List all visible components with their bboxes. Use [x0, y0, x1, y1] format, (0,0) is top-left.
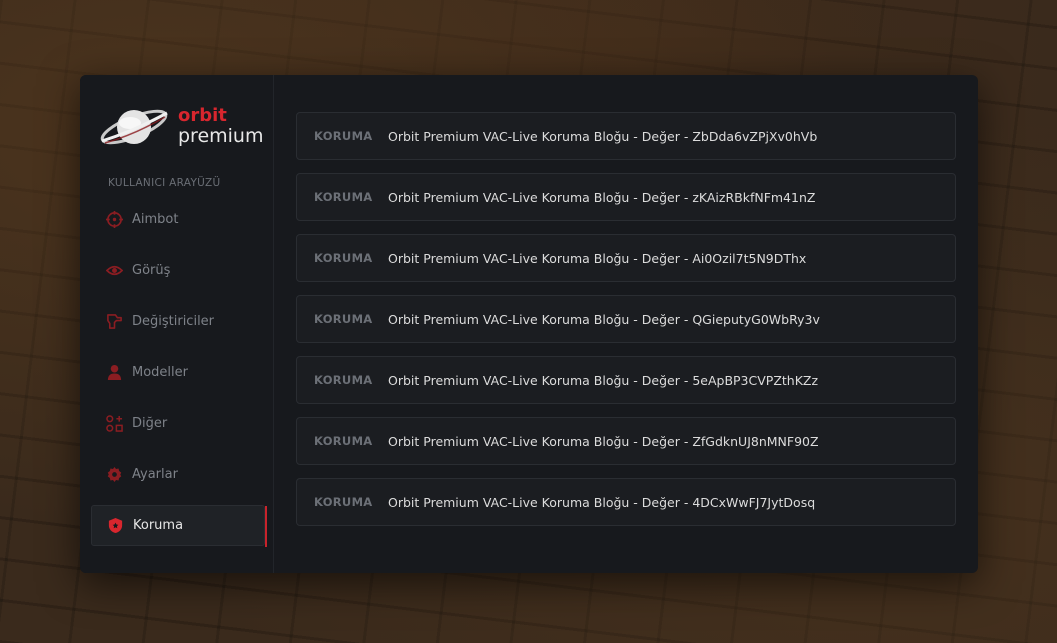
sidebar-item-label: Modeller [132, 365, 188, 380]
eye-icon [105, 262, 123, 280]
sidebar-item-gorus[interactable]: Görüş [91, 250, 265, 291]
sidebar-item-label: Görüş [132, 263, 171, 278]
sidebar-item-degistiriciler[interactable]: Değiştiriciler [91, 301, 265, 342]
sidebar-item-koruma[interactable]: Koruma [91, 505, 267, 547]
row-text: Orbit Premium VAC-Live Koruma Bloğu - De… [388, 372, 819, 388]
brand-name: orbit [178, 104, 227, 126]
app-window: orbit premium KULLANICI ARAYÜZÜ Aimbot G… [80, 75, 978, 573]
row-text: Orbit Premium VAC-Live Koruma Bloğu - De… [388, 311, 820, 327]
row-text: Orbit Premium VAC-Live Koruma Bloğu - De… [388, 128, 818, 144]
list-item[interactable]: KORUMA Orbit Premium VAC-Live Koruma Blo… [296, 356, 956, 404]
sidebar: orbit premium KULLANICI ARAYÜZÜ Aimbot G… [80, 75, 274, 573]
list-item[interactable]: KORUMA Orbit Premium VAC-Live Koruma Blo… [296, 417, 956, 465]
section-label: KULLANICI ARAYÜZÜ [108, 177, 221, 189]
row-text: Orbit Premium VAC-Live Koruma Bloğu - De… [388, 433, 819, 449]
row-tag: KORUMA [314, 312, 373, 326]
sidebar-nav: Aimbot Görüş Değiştiriciler Modeller Diğ… [91, 199, 267, 556]
list-item[interactable]: KORUMA Orbit Premium VAC-Live Koruma Blo… [296, 112, 956, 160]
list-item[interactable]: KORUMA Orbit Premium VAC-Live Koruma Blo… [296, 478, 956, 526]
sidebar-item-label: Aimbot [132, 212, 179, 227]
row-tag: KORUMA [314, 373, 373, 387]
main-content: KORUMA Orbit Premium VAC-Live Koruma Blo… [274, 75, 978, 573]
logo: orbit premium [97, 101, 263, 153]
sidebar-item-modeller[interactable]: Modeller [91, 352, 265, 393]
sidebar-item-label: Koruma [133, 518, 184, 533]
row-tag: KORUMA [314, 190, 373, 204]
row-tag: KORUMA [314, 434, 373, 448]
gun-icon [105, 313, 123, 331]
sidebar-item-ayarlar[interactable]: Ayarlar [91, 454, 265, 495]
planet-logo-icon [100, 109, 168, 145]
sidebar-item-label: Değiştiriciler [132, 314, 215, 329]
sidebar-item-label: Diğer [132, 416, 168, 431]
gear-icon [105, 466, 123, 484]
row-tag: KORUMA [314, 251, 373, 265]
sidebar-item-diger[interactable]: Diğer [91, 403, 265, 444]
list-item[interactable]: KORUMA Orbit Premium VAC-Live Koruma Blo… [296, 234, 956, 282]
user-icon [105, 364, 123, 382]
row-text: Orbit Premium VAC-Live Koruma Bloğu - De… [388, 494, 816, 510]
row-text: Orbit Premium VAC-Live Koruma Bloğu - De… [388, 189, 816, 205]
shield-icon [106, 517, 124, 535]
row-tag: KORUMA [314, 495, 373, 509]
list-item[interactable]: KORUMA Orbit Premium VAC-Live Koruma Blo… [296, 295, 956, 343]
crosshair-icon [105, 211, 123, 229]
sidebar-item-aimbot[interactable]: Aimbot [91, 199, 265, 240]
brand-tier: premium [178, 125, 264, 148]
row-tag: KORUMA [314, 129, 373, 143]
grid-plus-icon [105, 415, 123, 433]
sidebar-item-label: Ayarlar [132, 467, 178, 482]
row-text: Orbit Premium VAC-Live Koruma Bloğu - De… [388, 250, 807, 266]
list-item[interactable]: KORUMA Orbit Premium VAC-Live Koruma Blo… [296, 173, 956, 221]
